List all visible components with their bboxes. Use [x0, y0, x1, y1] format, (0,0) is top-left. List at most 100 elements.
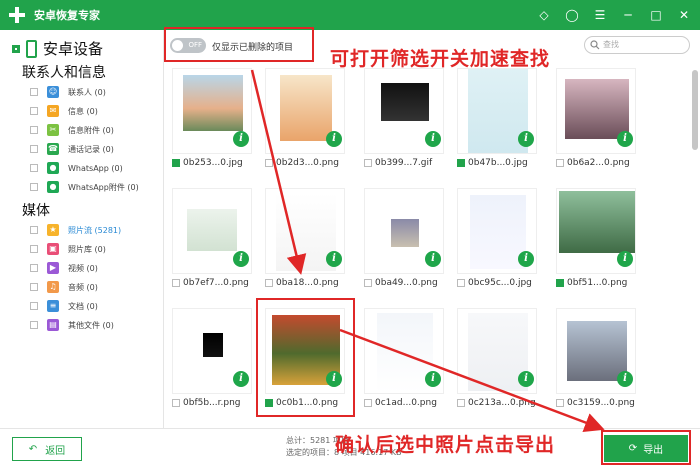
file-card[interactable]: i 0ba49...0.png [364, 188, 444, 300]
sidebar-item-checkbox[interactable] [30, 88, 38, 96]
sidebar-item[interactable]: ☺ 联系人 (0) [30, 84, 106, 100]
filter-highlight-box [164, 27, 314, 62]
info-icon[interactable]: i [425, 371, 441, 387]
sidebar-item[interactable]: ▣ 照片库 (0) [30, 241, 106, 257]
file-checkbox[interactable] [457, 159, 465, 167]
file-checkbox[interactable] [364, 399, 372, 407]
maximize-icon[interactable]: □ [648, 7, 664, 23]
sidebar-item-label: WhatsApp (0) [68, 163, 123, 173]
sidebar-item-checkbox[interactable] [30, 164, 38, 172]
menu-icon[interactable]: ☰ [592, 7, 608, 23]
file-thumbnail[interactable]: i [364, 68, 444, 154]
file-checkbox[interactable] [172, 399, 180, 407]
info-icon[interactable]: i [518, 131, 534, 147]
file-thumbnail[interactable]: i [364, 188, 444, 274]
sidebar-item-label: 通话记录 (0) [68, 144, 114, 154]
file-thumbnail[interactable]: i [172, 308, 252, 394]
sidebar-item-checkbox[interactable] [30, 226, 38, 234]
device-header[interactable]: 安卓设备 [12, 38, 103, 59]
sidebar-item[interactable]: ▶ 视频 (0) [30, 260, 98, 276]
sidebar-item-checkbox[interactable] [30, 264, 38, 272]
file-card[interactable]: i 0b399...7.gif [364, 68, 444, 180]
info-icon[interactable]: i [518, 251, 534, 267]
file-thumbnail[interactable]: i [457, 188, 537, 274]
sidebar-item-checkbox[interactable] [30, 145, 38, 153]
sidebar-item-checkbox[interactable] [30, 245, 38, 253]
file-checkbox[interactable] [265, 279, 273, 287]
window-controls: ◇ ◯ ☰ ─ □ ✕ [536, 7, 692, 23]
back-button[interactable]: ↶ 返回 [12, 437, 82, 461]
file-checkbox[interactable] [364, 279, 372, 287]
file-card[interactable]: i 0b7ef7...0.png [172, 188, 252, 300]
thumbnail-image [559, 191, 635, 253]
sidebar-item[interactable]: ● WhatsApp (0) [30, 160, 123, 176]
sidebar-item-checkbox[interactable] [30, 107, 38, 115]
file-card[interactable]: i 0bf51...0.png [556, 188, 636, 300]
file-thumbnail[interactable]: i [364, 308, 444, 394]
sidebar-item[interactable]: ✂ 信息附件 (0) [30, 122, 114, 138]
info-icon[interactable]: i [233, 371, 249, 387]
file-thumbnail[interactable]: i [556, 188, 636, 274]
file-checkbox[interactable] [172, 159, 180, 167]
file-card[interactable]: i 0bf5b...r.png [172, 308, 252, 420]
minimize-icon[interactable]: ─ [620, 7, 636, 23]
file-card[interactable]: i 0c3159...0.png [556, 308, 636, 420]
file-checkbox[interactable] [457, 399, 465, 407]
file-checkbox[interactable] [364, 159, 372, 167]
sidebar-item-checkbox[interactable] [30, 126, 38, 134]
file-card[interactable]: i 0b47b...0.jpg [457, 68, 537, 180]
diamond-icon[interactable]: ◇ [536, 7, 552, 23]
sidebar-item-checkbox[interactable] [30, 183, 38, 191]
thumbnail-image [187, 209, 237, 251]
device-checkbox[interactable] [12, 44, 20, 53]
sidebar-item-checkbox[interactable] [30, 283, 38, 291]
file-name: 0b2d3...0.png [276, 158, 339, 168]
file-checkbox[interactable] [556, 159, 564, 167]
info-icon[interactable]: i [326, 131, 342, 147]
sidebar-item[interactable]: ● WhatsApp附件 (0) [30, 179, 139, 195]
close-icon[interactable]: ✕ [676, 7, 692, 23]
feedback-icon[interactable]: ◯ [564, 7, 580, 23]
sidebar-item[interactable]: ≡ 文档 (0) [30, 298, 98, 314]
sidebar-item-checkbox[interactable] [30, 302, 38, 310]
info-icon[interactable]: i [518, 371, 534, 387]
file-checkbox[interactable] [556, 399, 564, 407]
search-input[interactable]: 查找 [584, 36, 690, 54]
file-thumbnail[interactable]: i [457, 308, 537, 394]
file-card[interactable]: i 0b253...0.jpg [172, 68, 252, 180]
info-icon[interactable]: i [233, 251, 249, 267]
info-icon[interactable]: i [617, 371, 633, 387]
file-card[interactable]: i 0b2d3...0.png [265, 68, 345, 180]
file-checkbox[interactable] [265, 159, 273, 167]
file-thumbnail[interactable]: i [556, 68, 636, 154]
file-card[interactable]: i 0c213a...0.png [457, 308, 537, 420]
file-thumbnail[interactable]: i [172, 68, 252, 154]
sidebar-item[interactable]: ♫ 音频 (0) [30, 279, 98, 295]
info-icon[interactable]: i [425, 131, 441, 147]
file-name: 0b6a2...0.png [567, 158, 630, 168]
file-thumbnail[interactable]: i [457, 68, 537, 154]
file-thumbnail[interactable]: i [265, 188, 345, 274]
info-icon[interactable]: i [617, 131, 633, 147]
file-card[interactable]: i 0c1ad...0.png [364, 308, 444, 420]
file-card[interactable]: i 0b6a2...0.png [556, 68, 636, 180]
file-card[interactable]: i 0bc95c...0.jpg [457, 188, 537, 300]
info-icon[interactable]: i [425, 251, 441, 267]
info-icon[interactable]: i [233, 131, 249, 147]
file-checkbox[interactable] [172, 279, 180, 287]
info-icon[interactable]: i [617, 251, 633, 267]
file-thumbnail[interactable]: i [265, 68, 345, 154]
sidebar-item-checkbox[interactable] [30, 321, 38, 329]
file-thumbnail[interactable]: i [556, 308, 636, 394]
info-icon[interactable]: i [326, 251, 342, 267]
file-checkbox[interactable] [457, 279, 465, 287]
file-checkbox[interactable] [556, 279, 564, 287]
sidebar-item[interactable]: ★ 照片流 (5281) [30, 222, 121, 238]
file-card[interactable]: i 0ba18...0.png [265, 188, 345, 300]
star-icon: ★ [47, 224, 59, 236]
sidebar-item[interactable]: ☎ 通话记录 (0) [30, 141, 114, 157]
scrollbar[interactable] [692, 70, 698, 150]
sidebar-item[interactable]: ✉ 信息 (0) [30, 103, 98, 119]
sidebar-item[interactable]: ▤ 其他文件 (0) [30, 317, 114, 333]
file-thumbnail[interactable]: i [172, 188, 252, 274]
